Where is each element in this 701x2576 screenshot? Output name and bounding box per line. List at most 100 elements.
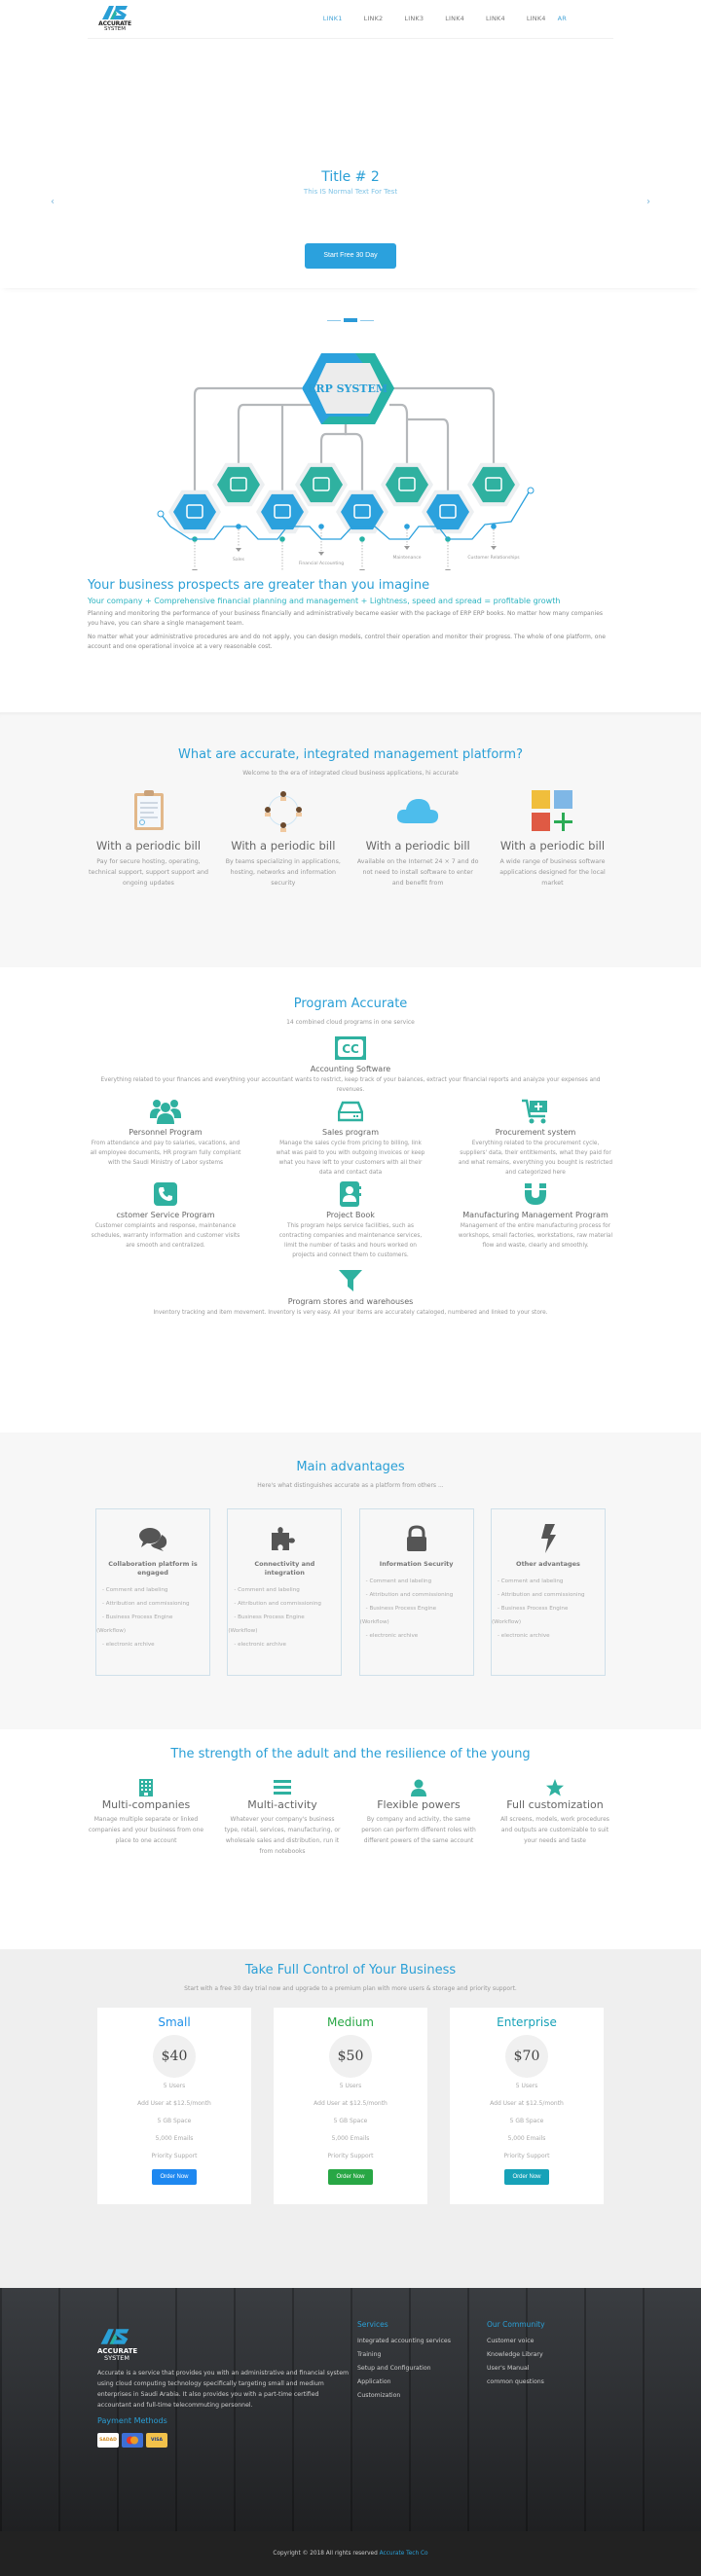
platform-title: What are accurate, integrated management… [178, 747, 523, 762]
svg-text:CC: CC [342, 1042, 359, 1056]
plan-name: Small [158, 2015, 191, 2029]
advantage-list-item: - Comment and labeling [234, 1587, 300, 1593]
erp-section: ERP SYSTEM InventorySalesPurchasesFinanc… [0, 288, 701, 712]
plan-price: $40 [153, 2035, 196, 2078]
program-text: This program helps service facilities, s… [278, 1223, 423, 1258]
platform-subtitle: Welcome to the era of integrated cloud b… [242, 770, 459, 777]
order-now-button[interactable]: Order Now [504, 2169, 549, 2185]
order-now-button[interactable]: Order Now [152, 2169, 197, 2185]
feature-text: Pay for secure hosting, operating, techn… [89, 858, 208, 887]
footer-link[interactable]: common questions [487, 2376, 545, 2389]
chevron-left-icon[interactable]: ‹ [51, 197, 55, 207]
strength-item-title: Full customization [506, 1798, 604, 1811]
program-text: Customer complaints and response, mainte… [91, 1223, 240, 1249]
section-divider [0, 317, 701, 323]
program-title: Personnel Program [129, 1128, 203, 1137]
site-header: ACCURATE SYSTEM LINK1 LINK2 LINK3 LINK4 … [88, 0, 613, 39]
footer-link[interactable]: Integrated accounting services [357, 2335, 451, 2348]
prospects-title: Your business prospects are greater than… [88, 578, 430, 593]
advantage-title: Other advantages [516, 1560, 580, 1568]
erp-module-label: Maintenance [393, 555, 422, 561]
erp-module-label: Financial Accounting [299, 561, 344, 566]
feature-card: With a periodic bill A wide range of bus… [492, 786, 613, 889]
programs-subtitle: 14 combined cloud programs in one servic… [286, 1019, 415, 1026]
footer-link[interactable]: Customization [357, 2389, 451, 2403]
footer-link[interactable]: Application [357, 2376, 451, 2389]
feature-title: With a periodic bill [231, 839, 336, 853]
star-icon [546, 1779, 564, 1796]
company-link[interactable]: Accurate Tech Co [380, 2551, 428, 2557]
plan-feature: 5 GB Space [157, 2118, 192, 2124]
advantage-list-item: - electronic archive [102, 1642, 155, 1648]
team-circle-icon [264, 791, 302, 832]
program-title: Project Book [326, 1211, 375, 1219]
program-title: Manufacturing Management Program [462, 1211, 609, 1219]
clipboard-icon [133, 790, 164, 830]
services-column: Services Integrated accounting services … [357, 2320, 451, 2403]
advantage-card: Other advantages - Comment and labeling - … [490, 1508, 606, 1676]
hero-title: Title # 2 [321, 169, 380, 185]
language-switch[interactable]: AR [558, 15, 567, 22]
plan-feature: Priority Support [151, 2153, 198, 2159]
prospects-paragraph-2: No matter what your administrative proce… [88, 634, 606, 650]
advantage-list-item: - Business Process Engine [497, 1606, 569, 1612]
footer-link[interactable]: User's Manual [487, 2362, 545, 2376]
advantage-list-item: - electronic archive [365, 1633, 419, 1639]
logo[interactable]: ACCURATE SYSTEM [95, 4, 134, 32]
advantage-list-item: - Comment and labeling [365, 1578, 432, 1584]
erp-center-label: ERP SYSTEM [308, 382, 387, 395]
nav-link-4[interactable]: LINK4 [445, 15, 464, 22]
visa-icon: VISA [146, 2433, 167, 2448]
copyright-bar: Copyright © 2018 All rights reserved Acc… [0, 2531, 701, 2576]
start-trial-button[interactable]: Start Free 30 Day [305, 243, 396, 269]
program-title: Procurement system [495, 1128, 576, 1137]
plan-name: Medium [327, 2015, 374, 2029]
platform-section: What are accurate, integrated management… [0, 712, 701, 967]
advantage-title: Connectivity and integration [254, 1560, 315, 1577]
nav-link-6[interactable]: LINK4 [527, 15, 546, 22]
plan-feature: Add User at $12.5/month [314, 2100, 387, 2107]
prospects-paragraph-1: Planning and monitoring the performance … [88, 610, 604, 627]
users-icon [150, 1100, 181, 1124]
puzzle-icon [228, 1523, 341, 1554]
program-text: From attendance and pay to salaries, vac… [90, 1141, 241, 1166]
cc-icon: CC [335, 1036, 366, 1060]
nav-link-2[interactable]: LINK2 [364, 15, 384, 22]
program-text: Inventory tracking and item movement. In… [153, 1310, 548, 1316]
advantage-list-item: - Comment and labeling [102, 1587, 168, 1593]
logo-text-system: SYSTEM [104, 26, 126, 32]
nav-link-3[interactable]: LINK3 [404, 15, 424, 22]
program-item: Sales program Manage the sales cycle fro… [273, 1099, 428, 1178]
order-now-button[interactable]: Order Now [328, 2169, 373, 2185]
plan-price: $50 [329, 2035, 372, 2078]
footer-link[interactable]: Customer voice [487, 2335, 545, 2348]
footer-link[interactable]: Setup and Configuration [357, 2362, 451, 2376]
footer-logo-icon [100, 2329, 129, 2344]
pricing-title: Take Full Control of Your Business [244, 1963, 457, 1977]
programs-title: Program Accurate [293, 997, 408, 1011]
erp-module-label: Sales [233, 557, 245, 562]
footer-link[interactable]: Training [357, 2348, 451, 2362]
plan-feature: 5 Users [515, 2083, 538, 2089]
nav-link-1[interactable]: LINK1 [323, 15, 343, 22]
feature-card: With a periodic bill Pay for secure host… [88, 786, 209, 889]
plan-feature: 5 Users [339, 2083, 362, 2089]
payment-methods-title: Payment Methods [97, 2416, 167, 2425]
footer-link[interactable]: Knowledge Library [487, 2348, 545, 2362]
chevron-right-icon[interactable]: › [646, 197, 650, 207]
copyright-text: Copyright © 2018 All rights reserved [273, 2551, 378, 2557]
advantage-title: Collaboration platform is engaged [108, 1560, 198, 1577]
advantage-card: Collaboration platform is engaged - Comme… [95, 1508, 210, 1676]
strength-item-text: All screens, models, work procedures and… [500, 1816, 609, 1844]
footer: ACCURATE SYSTEM Accurate is a service th… [0, 2288, 701, 2531]
program-item: Procurement system Everything related to… [458, 1099, 613, 1178]
program-item: Manufacturing Management Program Managem… [458, 1181, 613, 1260]
plan-feature: Priority Support [327, 2153, 374, 2159]
main-nav: LINK1 LINK2 LINK3 LINK4 LINK4 LINK4 AR [302, 15, 567, 22]
plan-feature: 5 GB Space [333, 2118, 368, 2124]
advantage-list-item: - electronic archive [234, 1642, 286, 1648]
plan-feature: 5 GB Space [509, 2118, 544, 2124]
advantage-card: Connectivity and integration - Comment an… [227, 1508, 343, 1676]
nav-link-5[interactable]: LINK4 [486, 15, 505, 22]
apps-grid-icon [532, 790, 573, 831]
